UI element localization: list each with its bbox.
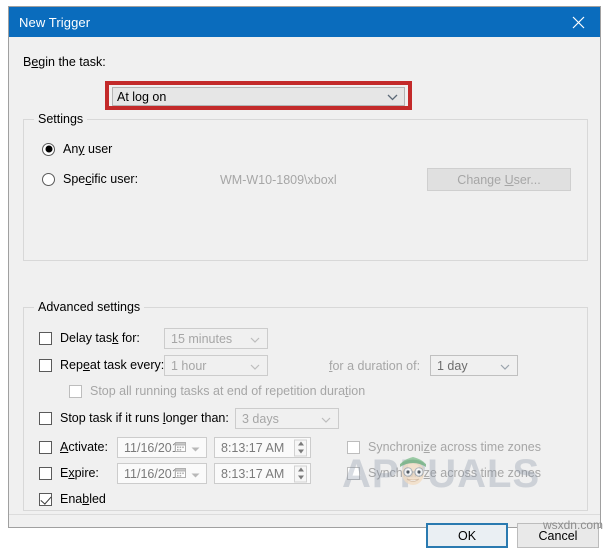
- footer-divider: [9, 514, 600, 515]
- checkbox-expire-sync-timezones-label: Synchronize across time zones: [368, 466, 542, 480]
- expire-time-spinner[interactable]: [294, 465, 307, 482]
- repeat-task-combobox[interactable]: 1 hour: [164, 355, 268, 376]
- radio-specific-user[interactable]: Specific user:: [42, 172, 138, 186]
- checkbox-stop-all-running-tasks-box: [69, 384, 82, 398]
- screenshot-root: New Trigger Begin the task: At log on Se…: [0, 0, 609, 548]
- checkbox-expire-sync-timezones[interactable]: Synchronize across time zones: [347, 466, 541, 480]
- checkbox-activate-sync-timezones-label: Synchronize across time zones: [368, 440, 542, 454]
- begin-task-combobox[interactable]: At log on: [112, 87, 405, 106]
- checkbox-repeat-task[interactable]: Repeat task every:: [39, 358, 164, 372]
- begin-task-value: At log on: [117, 89, 167, 104]
- checkbox-activate-box: [39, 440, 52, 454]
- chevron-down-icon: [191, 467, 200, 481]
- spinner-down-icon[interactable]: [297, 475, 304, 480]
- duration-label: for a duration of:: [329, 359, 421, 373]
- repeat-task-value: 1 hour: [171, 358, 207, 373]
- checkbox-activate-label: Activate:: [60, 440, 108, 454]
- checkbox-activate[interactable]: Activate:: [39, 440, 108, 454]
- duration-value: 1 day: [437, 358, 468, 373]
- checkbox-enabled-label: Enabled: [60, 492, 106, 506]
- chevron-down-icon: [191, 441, 200, 455]
- radio-specific-user-label: Specific user:: [63, 172, 139, 186]
- chevron-down-icon: [500, 359, 510, 373]
- begin-task-row: Begin the task:: [23, 55, 106, 69]
- checkbox-enabled[interactable]: Enabled: [39, 492, 106, 506]
- stop-task-longer-combobox[interactable]: 3 days: [235, 408, 339, 429]
- cancel-button-label: Cancel: [538, 528, 578, 543]
- cancel-button[interactable]: Cancel: [517, 523, 599, 548]
- duration-combobox[interactable]: 1 day: [430, 355, 518, 376]
- radio-any-user[interactable]: Any user: [42, 142, 112, 156]
- expire-date-field[interactable]: 11/16/2019: [117, 463, 207, 484]
- advanced-group-title: Advanced settings: [34, 300, 145, 314]
- radio-any-user-indicator: [42, 142, 55, 156]
- activate-time-spinner[interactable]: [294, 439, 307, 456]
- checkbox-expire-box: [39, 466, 52, 480]
- spinner-up-icon[interactable]: [297, 441, 304, 446]
- checkbox-repeat-task-box: [39, 358, 52, 372]
- checkbox-activate-sync-timezones[interactable]: Synchronize across time zones: [347, 440, 541, 454]
- calendar-icon: [175, 467, 186, 481]
- checkbox-stop-task-longer-box: [39, 411, 52, 425]
- close-icon[interactable]: [556, 7, 600, 37]
- specific-user-value: WM-W10-1809\xboxl: [220, 173, 337, 187]
- checkbox-stop-all-running-tasks[interactable]: Stop all running tasks at end of repetit…: [69, 384, 365, 398]
- ok-button[interactable]: OK: [426, 523, 508, 548]
- spinner-down-icon[interactable]: [297, 449, 304, 454]
- expire-time-field[interactable]: 8:13:17 AM: [214, 463, 311, 484]
- checkbox-repeat-task-label: Repeat task every:: [60, 358, 165, 372]
- begin-task-label: Begin the task:: [23, 55, 106, 69]
- settings-group-title: Settings: [34, 112, 88, 126]
- chevron-down-icon: [321, 412, 331, 426]
- title-bar: New Trigger: [9, 7, 600, 37]
- spinner-up-icon[interactable]: [297, 467, 304, 472]
- checkbox-delay-task-label: Delay task for:: [60, 331, 140, 345]
- change-user-button-label: Change User...: [457, 172, 541, 187]
- checkbox-delay-task[interactable]: Delay task for:: [39, 331, 140, 345]
- delay-task-value: 15 minutes: [171, 331, 233, 346]
- checkbox-delay-task-box: [39, 331, 52, 345]
- checkbox-enabled-box: [39, 492, 52, 506]
- window-title: New Trigger: [19, 14, 91, 30]
- checkbox-expire[interactable]: Expire:: [39, 466, 99, 480]
- checkbox-expire-sync-timezones-box: [347, 466, 360, 480]
- checkbox-stop-task-longer[interactable]: Stop task if it runs longer than:: [39, 411, 229, 425]
- expire-time-value: 8:13:17 AM: [221, 466, 285, 481]
- radio-any-user-label: Any user: [63, 142, 113, 156]
- checkbox-stop-task-longer-label: Stop task if it runs longer than:: [60, 411, 229, 425]
- activate-time-field[interactable]: 8:13:17 AM: [214, 437, 311, 458]
- checkbox-stop-all-running-tasks-label: Stop all running tasks at end of repetit…: [90, 384, 366, 398]
- dialog-body: Begin the task: At log on Settings Any u…: [9, 37, 600, 548]
- delay-task-combobox[interactable]: 15 minutes: [164, 328, 268, 349]
- ok-button-label: OK: [457, 528, 477, 543]
- calendar-icon: [175, 441, 186, 455]
- chevron-down-icon: [250, 332, 260, 346]
- stop-task-longer-value: 3 days: [242, 411, 279, 426]
- new-trigger-dialog: New Trigger Begin the task: At log on Se…: [8, 6, 601, 548]
- chevron-down-icon: [250, 359, 260, 373]
- checkbox-activate-sync-timezones-box: [347, 440, 360, 454]
- radio-specific-user-indicator: [42, 172, 55, 186]
- change-user-button[interactable]: Change User...: [427, 168, 571, 191]
- checkbox-expire-label: Expire:: [60, 466, 99, 480]
- activate-time-value: 8:13:17 AM: [221, 440, 285, 455]
- activate-date-field[interactable]: 11/16/2018: [117, 437, 207, 458]
- chevron-down-icon: [387, 90, 398, 104]
